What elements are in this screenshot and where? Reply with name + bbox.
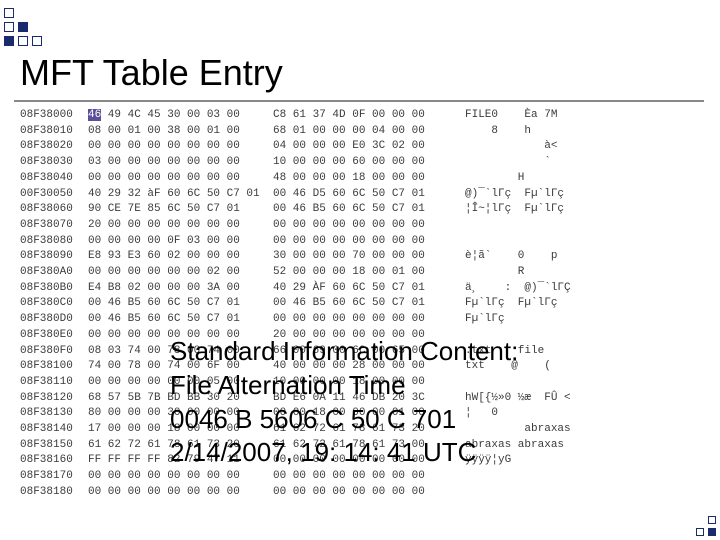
hex-bytes-right: 00 46 D5 60 6C 50 C7 01 bbox=[273, 187, 465, 203]
hex-bytes-left: 40 29 32 àF 60 6C 50 C7 01 bbox=[88, 187, 273, 203]
hex-ascii: @)¯`lГç Fµ`lГç bbox=[465, 187, 564, 203]
hex-offset: 08F380B0 bbox=[20, 281, 88, 297]
hex-offset: 08F38120 bbox=[20, 391, 88, 407]
hexdump-row: 08F380D000 46 B5 60 6C 50 C7 0100 00 00 … bbox=[20, 312, 571, 328]
hex-bytes-right: 48 00 00 00 18 00 00 00 bbox=[273, 171, 465, 187]
hex-offset: 08F38010 bbox=[20, 124, 88, 140]
hex-offset: 08F380D0 bbox=[20, 312, 88, 328]
hexdump-row: 08F380B0E4 B8 02 00 00 00 3A 0040 29 ÀF … bbox=[20, 281, 571, 297]
hex-bytes-left: 00 00 00 00 00 00 02 00 bbox=[88, 265, 273, 281]
overlay-text: Standard Information Content: File Alter… bbox=[170, 335, 518, 470]
hex-bytes-left: 03 00 00 00 00 00 00 00 bbox=[88, 155, 273, 171]
hexdump-row: 08F3807020 00 00 00 00 00 00 0000 00 00 … bbox=[20, 218, 571, 234]
hex-offset: 08F380E0 bbox=[20, 328, 88, 344]
hex-ascii: R bbox=[465, 265, 524, 281]
hex-offset: 08F38000 bbox=[20, 108, 88, 124]
hex-offset: 08F38020 bbox=[20, 139, 88, 155]
hexdump-row: 08F3806090 CE 7E 85 6C 50 C7 0100 46 B5 … bbox=[20, 202, 571, 218]
hex-bytes-right: 30 00 00 00 70 00 00 00 bbox=[273, 249, 465, 265]
hex-bytes-left: 00 00 00 00 00 00 00 00 bbox=[88, 171, 273, 187]
hex-offset: 08F38030 bbox=[20, 155, 88, 171]
hex-bytes-left: 08 00 01 00 38 00 01 00 bbox=[88, 124, 273, 140]
hex-offset: 08F38070 bbox=[20, 218, 88, 234]
hex-bytes-left: 90 CE 7E 85 6C 50 C7 01 bbox=[88, 202, 273, 218]
hex-bytes-right: 04 00 00 00 E0 3C 02 00 bbox=[273, 139, 465, 155]
overlay-line-2: File Alternation Time bbox=[170, 369, 518, 403]
hex-ascii: ä¸ : @)¯`lГÇ bbox=[465, 281, 571, 297]
hex-bytes-left: 20 00 00 00 00 00 00 00 bbox=[88, 218, 273, 234]
hex-bytes-right: 00 00 00 00 00 00 00 00 bbox=[273, 312, 465, 328]
hex-bytes-right: 10 00 00 00 60 00 00 00 bbox=[273, 155, 465, 171]
hex-bytes-left: E8 93 E3 60 02 00 00 00 bbox=[88, 249, 273, 265]
overlay-line-1: Standard Information Content: bbox=[170, 335, 518, 369]
hex-offset: 08F38150 bbox=[20, 438, 88, 454]
hexdump-row: 08F3804000 00 00 00 00 00 00 0048 00 00 … bbox=[20, 171, 571, 187]
bottom-right-decoration bbox=[660, 500, 720, 540]
hex-bytes-left: 00 46 B5 60 6C 50 C7 01 bbox=[88, 296, 273, 312]
title-underline bbox=[14, 100, 704, 102]
hexdump-row: 08F3808000 00 00 00 0F 03 00 0000 00 00 … bbox=[20, 234, 571, 250]
hex-offset: 08F38180 bbox=[20, 485, 88, 501]
hex-ascii: è¦ã` 0 p bbox=[465, 249, 557, 265]
hexdump-row: 08F3802000 00 00 00 00 00 00 0004 00 00 … bbox=[20, 139, 571, 155]
hex-offset: 08F38140 bbox=[20, 422, 88, 438]
overlay-line-4: 2/14/2007, 19: 14: 41 UTC bbox=[170, 436, 518, 470]
hex-ascii: FILE0 Èa 7M bbox=[465, 108, 557, 124]
hex-offset: 08F38130 bbox=[20, 406, 88, 422]
hex-ascii: 8 h bbox=[465, 124, 531, 140]
hex-offset: 08F38110 bbox=[20, 375, 88, 391]
hex-offset: 00F30050 bbox=[20, 187, 88, 203]
hex-bytes-right: C8 61 37 4D 0F 00 00 00 bbox=[273, 108, 465, 124]
hex-offset: 08F38080 bbox=[20, 234, 88, 250]
hex-ascii: Fµ`lГç bbox=[465, 312, 505, 328]
hex-bytes-left: 00 00 00 00 00 00 00 00 bbox=[88, 139, 273, 155]
hex-bytes-left: E4 B8 02 00 00 00 3A 00 bbox=[88, 281, 273, 297]
hexdump-row: 08F380A000 00 00 00 00 00 02 0052 00 00 … bbox=[20, 265, 571, 281]
hex-bytes-right: 00 00 00 00 00 00 00 00 bbox=[273, 469, 465, 485]
hex-ascii: ¦Î~¦lГç Fµ`lГç bbox=[465, 202, 564, 218]
hex-bytes-left: 00 46 B5 60 6C 50 C7 01 bbox=[88, 312, 273, 328]
hex-ascii: Fµ`lГç Fµ`lГç bbox=[465, 296, 557, 312]
hexdump-row: 08F3803003 00 00 00 00 00 00 0010 00 00 … bbox=[20, 155, 571, 171]
hex-offset: 08F38100 bbox=[20, 359, 88, 375]
overlay-line-3: 0046 B 5606 C 50 C 701 bbox=[170, 403, 518, 437]
hex-bytes-left: 46 49 4C 45 30 00 03 00 bbox=[88, 108, 273, 124]
hexdump-row: 08F380C000 46 B5 60 6C 50 C7 0100 46 B5 … bbox=[20, 296, 571, 312]
hex-ascii: ` bbox=[465, 155, 551, 171]
hex-ascii: H bbox=[465, 171, 524, 187]
hexdump-row: 00F3005040 29 32 àF 60 6C 50 C7 0100 46 … bbox=[20, 187, 571, 203]
hex-offset: 08F38090 bbox=[20, 249, 88, 265]
hex-offset: 08F380A0 bbox=[20, 265, 88, 281]
hex-bytes-right: 00 46 B5 60 6C 50 C7 01 bbox=[273, 296, 465, 312]
hex-bytes-left: 00 00 00 00 00 00 00 00 bbox=[88, 469, 273, 485]
hex-bytes-right: 00 00 00 00 00 00 00 00 bbox=[273, 485, 465, 501]
page-title: MFT Table Entry bbox=[20, 52, 283, 94]
hexdump-row: 08F38090E8 93 E3 60 02 00 00 0030 00 00 … bbox=[20, 249, 571, 265]
hex-bytes-right: 68 01 00 00 00 04 00 00 bbox=[273, 124, 465, 140]
hex-offset: 08F38040 bbox=[20, 171, 88, 187]
hex-bytes-right: 00 00 00 00 00 00 00 00 bbox=[273, 234, 465, 250]
hex-bytes-right: 52 00 00 00 18 00 01 00 bbox=[273, 265, 465, 281]
hex-offset: 08F380C0 bbox=[20, 296, 88, 312]
hex-bytes-right: 00 46 B5 60 6C 50 C7 01 bbox=[273, 202, 465, 218]
hex-offset: 08F38060 bbox=[20, 202, 88, 218]
hexdump-row: 08F3818000 00 00 00 00 00 00 0000 00 00 … bbox=[20, 485, 571, 501]
hex-bytes-left: 00 00 00 00 00 00 00 00 bbox=[88, 485, 273, 501]
hex-bytes-right: 00 00 00 00 00 00 00 00 bbox=[273, 218, 465, 234]
hex-bytes-left: 00 00 00 00 0F 03 00 00 bbox=[88, 234, 273, 250]
hex-ascii: à< bbox=[465, 139, 557, 155]
hexdump-row: 08F3800046 49 4C 45 30 00 03 00C8 61 37 … bbox=[20, 108, 571, 124]
hexdump-row: 08F3817000 00 00 00 00 00 00 0000 00 00 … bbox=[20, 469, 571, 485]
hex-offset: 08F38170 bbox=[20, 469, 88, 485]
hex-offset: 08F380F0 bbox=[20, 344, 88, 360]
hex-bytes-right: 40 29 ÀF 60 6C 50 C7 01 bbox=[273, 281, 465, 297]
hexdump-row: 08F3801008 00 01 00 38 00 01 0068 01 00 … bbox=[20, 124, 571, 140]
top-left-decoration bbox=[0, 0, 120, 48]
hex-offset: 08F38160 bbox=[20, 453, 88, 469]
